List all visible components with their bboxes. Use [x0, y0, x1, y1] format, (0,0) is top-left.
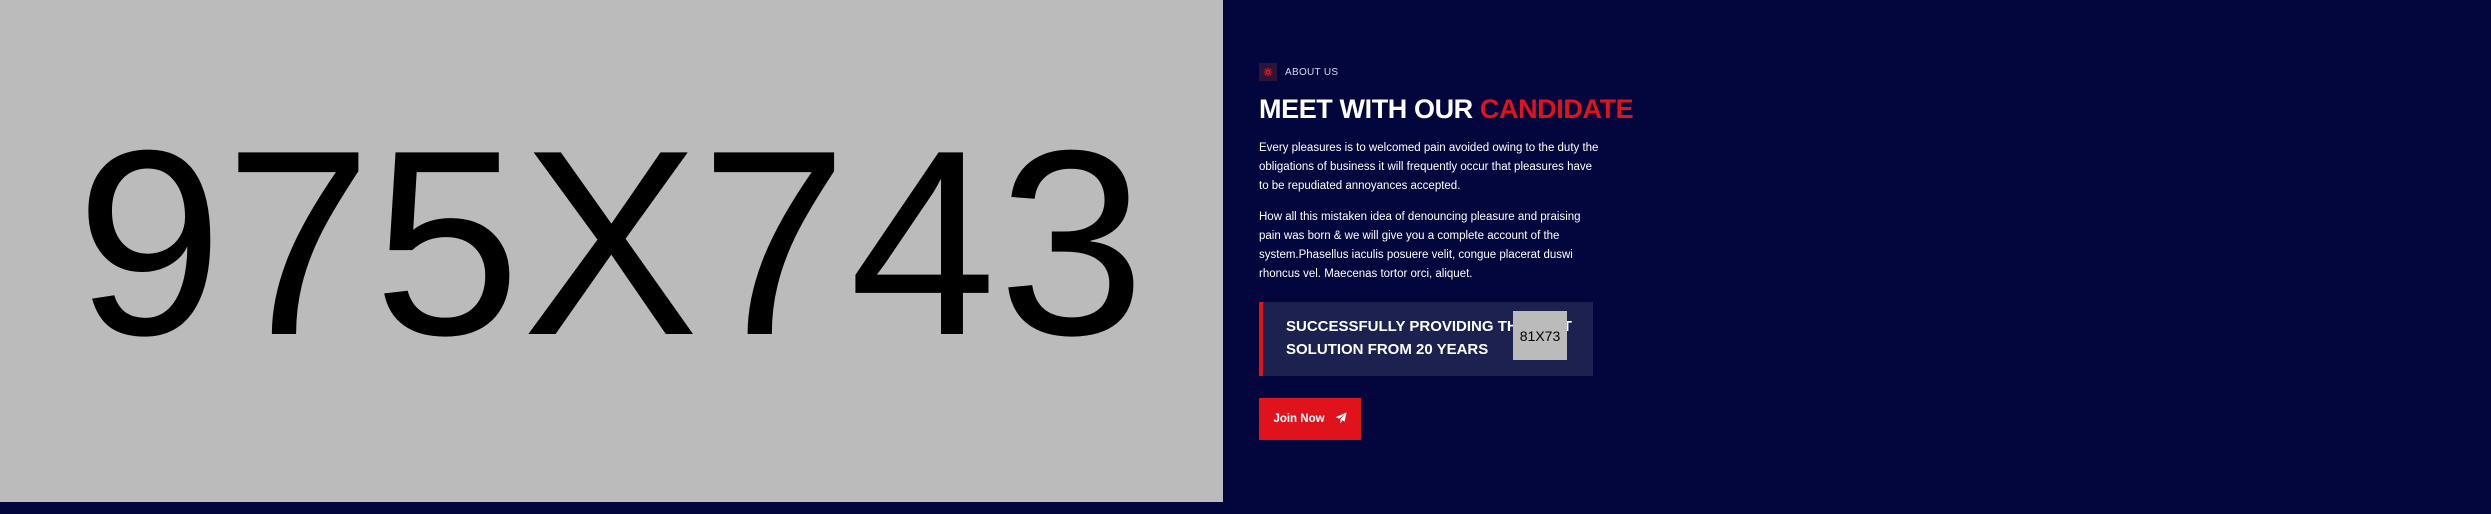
section-title-main: MEET WITH OUR	[1259, 94, 1480, 124]
join-now-button[interactable]: Join Now	[1259, 398, 1361, 440]
about-content: ABOUT US MEET WITH OUR CANDIDATE Every p…	[1259, 62, 1634, 440]
section-tag: ABOUT US	[1259, 62, 1599, 82]
image-placeholder-label: 975X743	[75, 95, 1148, 390]
join-now-label: Join Now	[1273, 413, 1325, 425]
about-paragraph-1: Every pleasures is to welcomed pain avoi…	[1259, 142, 1599, 192]
about-content-panel: ABOUT US MEET WITH OUR CANDIDATE Every p…	[1223, 0, 2491, 514]
highlight-image-placeholder: 81X73	[1513, 311, 1567, 360]
section-title: MEET WITH OUR CANDIDATE	[1259, 92, 1634, 126]
gear-icon	[1259, 63, 1277, 81]
hero-image-placeholder: 975X743	[0, 0, 1223, 502]
about-paragraph-2: How all this mistaken idea of denouncing…	[1259, 211, 1581, 280]
experience-highlight: SUCCESSFULLY PROVIDING THE BEST SOLUTION…	[1259, 302, 1593, 376]
about-section: 975X743 ABOUT US MEET WITH OUR CANDIDATE…	[0, 0, 2491, 514]
section-title-accent: CANDIDATE	[1479, 94, 1634, 124]
paper-plane-icon	[1335, 412, 1347, 427]
section-tag-label: ABOUT US	[1285, 66, 1339, 78]
